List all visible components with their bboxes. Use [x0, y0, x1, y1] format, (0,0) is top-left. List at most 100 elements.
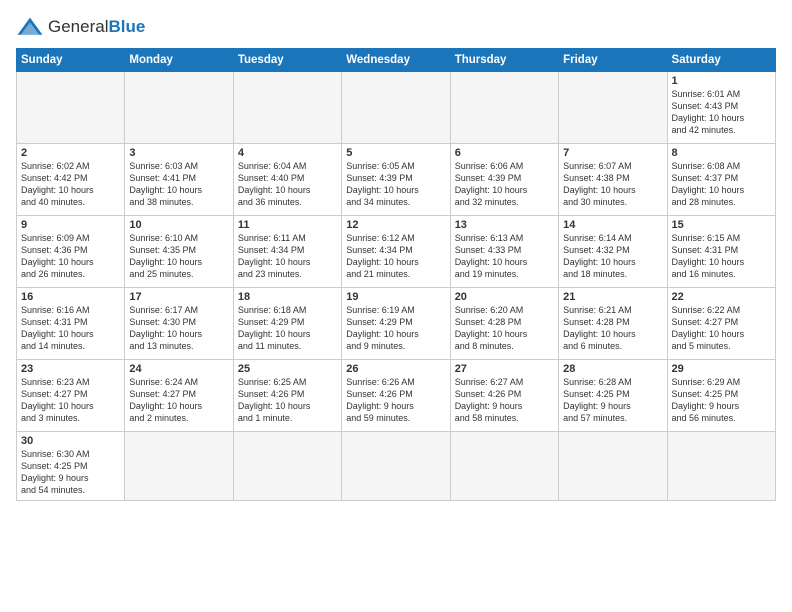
calendar-day-cell: 13Sunrise: 6:13 AM Sunset: 4:33 PM Dayli…: [450, 216, 558, 288]
day-number: 19: [346, 291, 445, 303]
day-number: 12: [346, 219, 445, 231]
calendar-day-cell: [125, 72, 233, 144]
day-info: Sunrise: 6:27 AM Sunset: 4:26 PM Dayligh…: [455, 376, 554, 425]
day-number: 15: [672, 219, 771, 231]
day-number: 25: [238, 363, 337, 375]
calendar-week-row: 16Sunrise: 6:16 AM Sunset: 4:31 PM Dayli…: [17, 288, 776, 360]
calendar-day-cell: 10Sunrise: 6:10 AM Sunset: 4:35 PM Dayli…: [125, 216, 233, 288]
logo: GeneralBlue: [16, 16, 145, 38]
calendar-day-cell: [450, 72, 558, 144]
calendar-week-row: 23Sunrise: 6:23 AM Sunset: 4:27 PM Dayli…: [17, 360, 776, 432]
day-number: 1: [672, 75, 771, 87]
day-info: Sunrise: 6:24 AM Sunset: 4:27 PM Dayligh…: [129, 376, 228, 425]
day-info: Sunrise: 6:26 AM Sunset: 4:26 PM Dayligh…: [346, 376, 445, 425]
day-info: Sunrise: 6:17 AM Sunset: 4:30 PM Dayligh…: [129, 304, 228, 353]
weekday-header-saturday: Saturday: [667, 49, 775, 72]
calendar-day-cell: [125, 432, 233, 501]
day-info: Sunrise: 6:25 AM Sunset: 4:26 PM Dayligh…: [238, 376, 337, 425]
calendar-day-cell: 17Sunrise: 6:17 AM Sunset: 4:30 PM Dayli…: [125, 288, 233, 360]
day-number: 28: [563, 363, 662, 375]
calendar-week-row: 1Sunrise: 6:01 AM Sunset: 4:43 PM Daylig…: [17, 72, 776, 144]
calendar-day-cell: 14Sunrise: 6:14 AM Sunset: 4:32 PM Dayli…: [559, 216, 667, 288]
calendar-day-cell: 19Sunrise: 6:19 AM Sunset: 4:29 PM Dayli…: [342, 288, 450, 360]
day-info: Sunrise: 6:07 AM Sunset: 4:38 PM Dayligh…: [563, 160, 662, 209]
weekday-header-tuesday: Tuesday: [233, 49, 341, 72]
weekday-header-monday: Monday: [125, 49, 233, 72]
calendar-day-cell: [450, 432, 558, 501]
calendar-day-cell: 22Sunrise: 6:22 AM Sunset: 4:27 PM Dayli…: [667, 288, 775, 360]
day-info: Sunrise: 6:12 AM Sunset: 4:34 PM Dayligh…: [346, 232, 445, 281]
day-info: Sunrise: 6:29 AM Sunset: 4:25 PM Dayligh…: [672, 376, 771, 425]
calendar-day-cell: [17, 72, 125, 144]
calendar-day-cell: 2Sunrise: 6:02 AM Sunset: 4:42 PM Daylig…: [17, 144, 125, 216]
page: GeneralBlue SundayMondayTuesdayWednesday…: [0, 0, 792, 612]
day-info: Sunrise: 6:18 AM Sunset: 4:29 PM Dayligh…: [238, 304, 337, 353]
calendar-day-cell: 26Sunrise: 6:26 AM Sunset: 4:26 PM Dayli…: [342, 360, 450, 432]
day-info: Sunrise: 6:13 AM Sunset: 4:33 PM Dayligh…: [455, 232, 554, 281]
calendar-day-cell: 15Sunrise: 6:15 AM Sunset: 4:31 PM Dayli…: [667, 216, 775, 288]
calendar-day-cell: [559, 432, 667, 501]
day-number: 3: [129, 147, 228, 159]
calendar-day-cell: 6Sunrise: 6:06 AM Sunset: 4:39 PM Daylig…: [450, 144, 558, 216]
calendar-day-cell: 23Sunrise: 6:23 AM Sunset: 4:27 PM Dayli…: [17, 360, 125, 432]
calendar-day-cell: 7Sunrise: 6:07 AM Sunset: 4:38 PM Daylig…: [559, 144, 667, 216]
day-number: 13: [455, 219, 554, 231]
day-number: 22: [672, 291, 771, 303]
calendar-day-cell: 20Sunrise: 6:20 AM Sunset: 4:28 PM Dayli…: [450, 288, 558, 360]
calendar-day-cell: 3Sunrise: 6:03 AM Sunset: 4:41 PM Daylig…: [125, 144, 233, 216]
calendar-day-cell: 9Sunrise: 6:09 AM Sunset: 4:36 PM Daylig…: [17, 216, 125, 288]
day-number: 6: [455, 147, 554, 159]
day-number: 24: [129, 363, 228, 375]
calendar-day-cell: 28Sunrise: 6:28 AM Sunset: 4:25 PM Dayli…: [559, 360, 667, 432]
day-number: 20: [455, 291, 554, 303]
weekday-header-sunday: Sunday: [17, 49, 125, 72]
calendar-day-cell: 21Sunrise: 6:21 AM Sunset: 4:28 PM Dayli…: [559, 288, 667, 360]
day-number: 4: [238, 147, 337, 159]
day-info: Sunrise: 6:20 AM Sunset: 4:28 PM Dayligh…: [455, 304, 554, 353]
day-info: Sunrise: 6:30 AM Sunset: 4:25 PM Dayligh…: [21, 448, 120, 497]
logo-icon: [16, 16, 44, 38]
day-info: Sunrise: 6:06 AM Sunset: 4:39 PM Dayligh…: [455, 160, 554, 209]
day-number: 14: [563, 219, 662, 231]
calendar-day-cell: 4Sunrise: 6:04 AM Sunset: 4:40 PM Daylig…: [233, 144, 341, 216]
calendar-day-cell: 16Sunrise: 6:16 AM Sunset: 4:31 PM Dayli…: [17, 288, 125, 360]
weekday-header-thursday: Thursday: [450, 49, 558, 72]
calendar-day-cell: 29Sunrise: 6:29 AM Sunset: 4:25 PM Dayli…: [667, 360, 775, 432]
calendar-day-cell: 11Sunrise: 6:11 AM Sunset: 4:34 PM Dayli…: [233, 216, 341, 288]
calendar-day-cell: 30Sunrise: 6:30 AM Sunset: 4:25 PM Dayli…: [17, 432, 125, 501]
day-number: 10: [129, 219, 228, 231]
weekday-header-friday: Friday: [559, 49, 667, 72]
day-info: Sunrise: 6:16 AM Sunset: 4:31 PM Dayligh…: [21, 304, 120, 353]
day-info: Sunrise: 6:11 AM Sunset: 4:34 PM Dayligh…: [238, 232, 337, 281]
day-info: Sunrise: 6:28 AM Sunset: 4:25 PM Dayligh…: [563, 376, 662, 425]
calendar-week-row: 2Sunrise: 6:02 AM Sunset: 4:42 PM Daylig…: [17, 144, 776, 216]
calendar-day-cell: 8Sunrise: 6:08 AM Sunset: 4:37 PM Daylig…: [667, 144, 775, 216]
calendar-day-cell: 5Sunrise: 6:05 AM Sunset: 4:39 PM Daylig…: [342, 144, 450, 216]
calendar-day-cell: 25Sunrise: 6:25 AM Sunset: 4:26 PM Dayli…: [233, 360, 341, 432]
day-info: Sunrise: 6:09 AM Sunset: 4:36 PM Dayligh…: [21, 232, 120, 281]
calendar-day-cell: [233, 432, 341, 501]
calendar-table: SundayMondayTuesdayWednesdayThursdayFrid…: [16, 48, 776, 501]
day-info: Sunrise: 6:02 AM Sunset: 4:42 PM Dayligh…: [21, 160, 120, 209]
day-number: 17: [129, 291, 228, 303]
day-info: Sunrise: 6:05 AM Sunset: 4:39 PM Dayligh…: [346, 160, 445, 209]
day-info: Sunrise: 6:03 AM Sunset: 4:41 PM Dayligh…: [129, 160, 228, 209]
day-number: 2: [21, 147, 120, 159]
day-info: Sunrise: 6:14 AM Sunset: 4:32 PM Dayligh…: [563, 232, 662, 281]
day-number: 29: [672, 363, 771, 375]
calendar-day-cell: [667, 432, 775, 501]
calendar-week-row: 9Sunrise: 6:09 AM Sunset: 4:36 PM Daylig…: [17, 216, 776, 288]
day-number: 27: [455, 363, 554, 375]
weekday-header-wednesday: Wednesday: [342, 49, 450, 72]
calendar-week-row: 30Sunrise: 6:30 AM Sunset: 4:25 PM Dayli…: [17, 432, 776, 501]
calendar-day-cell: [342, 432, 450, 501]
calendar-day-cell: [233, 72, 341, 144]
day-number: 26: [346, 363, 445, 375]
day-info: Sunrise: 6:15 AM Sunset: 4:31 PM Dayligh…: [672, 232, 771, 281]
calendar-day-cell: 1Sunrise: 6:01 AM Sunset: 4:43 PM Daylig…: [667, 72, 775, 144]
day-info: Sunrise: 6:22 AM Sunset: 4:27 PM Dayligh…: [672, 304, 771, 353]
day-info: Sunrise: 6:21 AM Sunset: 4:28 PM Dayligh…: [563, 304, 662, 353]
calendar-day-cell: [342, 72, 450, 144]
day-info: Sunrise: 6:08 AM Sunset: 4:37 PM Dayligh…: [672, 160, 771, 209]
day-info: Sunrise: 6:19 AM Sunset: 4:29 PM Dayligh…: [346, 304, 445, 353]
